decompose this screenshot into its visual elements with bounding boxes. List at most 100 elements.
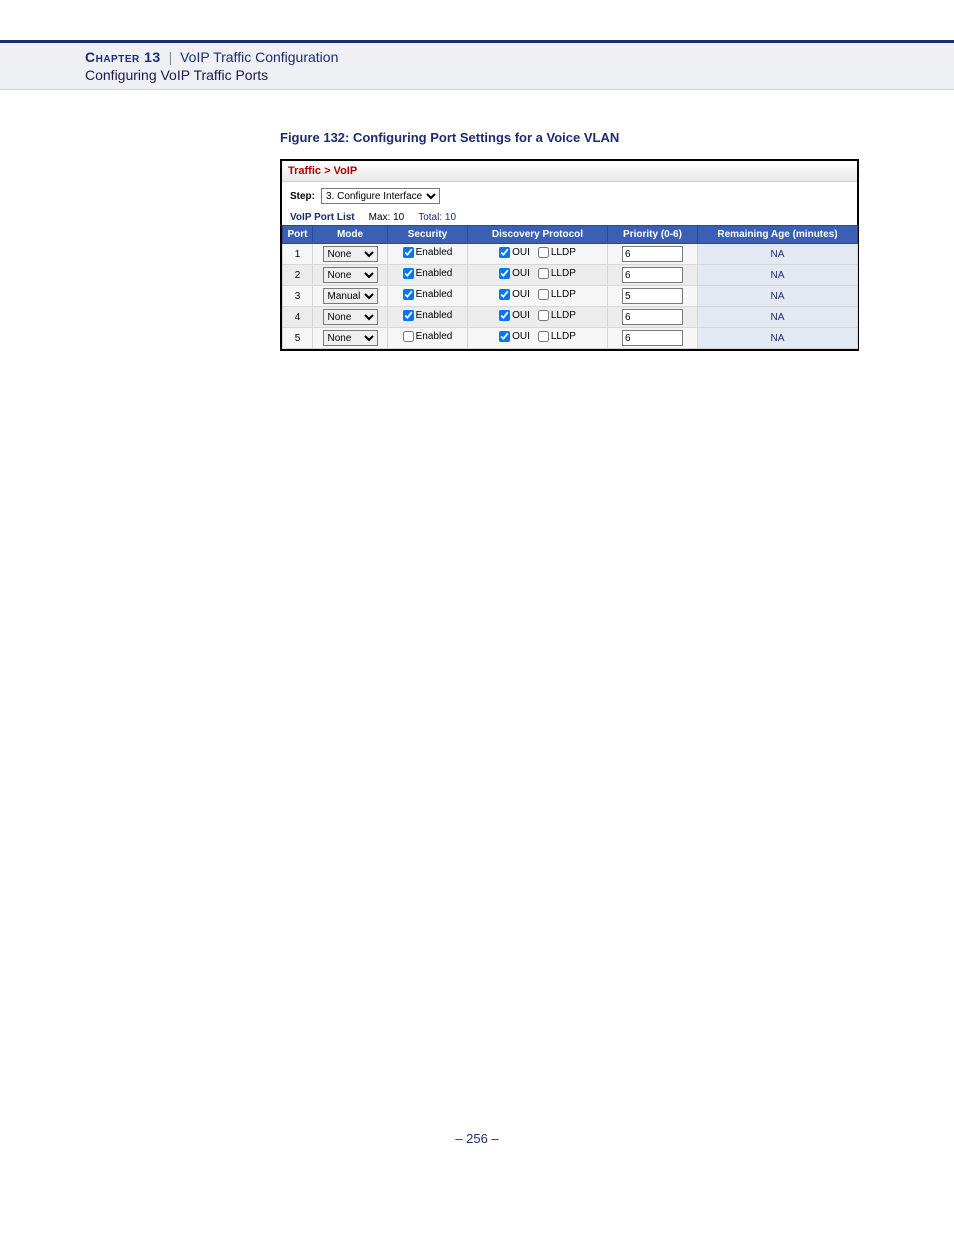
cell-priority	[608, 286, 698, 307]
table-row: 2 None Enabled OUI LLDP NA	[283, 265, 858, 286]
port-list-label: VoIP Port List	[290, 212, 355, 223]
chapter-label: Chapter 13	[85, 49, 161, 65]
mode-select[interactable]: None	[323, 246, 378, 262]
mode-select[interactable]: None	[323, 267, 378, 283]
oui-label: OUI	[512, 310, 530, 321]
header-line-1: Chapter 13 | VoIP Traffic Configuration	[85, 49, 954, 65]
header-separator: |	[165, 49, 177, 65]
priority-input[interactable]	[622, 288, 683, 304]
cell-discovery: OUI LLDP	[468, 244, 608, 265]
mode-select[interactable]: Manual	[323, 288, 378, 304]
cell-mode: None	[313, 244, 388, 265]
table-row: 4 None Enabled OUILLDP NA	[283, 307, 858, 328]
cell-port: 2	[283, 265, 313, 286]
cell-remaining: NA	[698, 328, 858, 349]
port-list-total: Total: 10	[418, 212, 456, 223]
table-row: 3 Manual Enabled OUILLDP NA	[283, 286, 858, 307]
lldp-checkbox[interactable]	[538, 310, 549, 321]
lldp-label: LLDP	[551, 331, 576, 342]
cell-remaining: NA	[698, 265, 858, 286]
security-enabled-label: Enabled	[416, 247, 453, 258]
security-enabled-checkbox[interactable]	[403, 268, 414, 279]
col-discovery: Discovery Protocol	[468, 226, 608, 244]
step-select[interactable]: 3. Configure Interface	[321, 188, 440, 204]
lldp-checkbox[interactable]	[538, 268, 549, 279]
security-enabled-label: Enabled	[416, 289, 453, 300]
lldp-label: LLDP	[551, 247, 576, 258]
security-enabled-checkbox[interactable]	[403, 247, 414, 258]
cell-security: Enabled	[388, 244, 468, 265]
lldp-checkbox[interactable]	[538, 247, 549, 258]
cell-security: Enabled	[388, 307, 468, 328]
cell-security: Enabled	[388, 265, 468, 286]
col-mode: Mode	[313, 226, 388, 244]
figure-caption: Figure 132: Configuring Port Settings fo…	[280, 130, 869, 145]
priority-input[interactable]	[622, 267, 683, 283]
col-port: Port	[283, 226, 313, 244]
port-list-max: Max: 10	[369, 212, 405, 223]
cell-port: 5	[283, 328, 313, 349]
oui-label: OUI	[512, 289, 530, 300]
mode-select[interactable]: None	[323, 330, 378, 346]
priority-input[interactable]	[622, 309, 683, 325]
cell-port: 3	[283, 286, 313, 307]
oui-checkbox[interactable]	[499, 247, 510, 258]
mode-select[interactable]: None	[323, 309, 378, 325]
content-area: Figure 132: Configuring Port Settings fo…	[0, 90, 954, 351]
table-row: 1 None Enabled OUI LLDP NA	[283, 244, 858, 265]
cell-priority	[608, 328, 698, 349]
cell-security: Enabled	[388, 328, 468, 349]
table-header-row: Port Mode Security Discovery Protocol Pr…	[283, 226, 858, 244]
cell-mode: None	[313, 265, 388, 286]
port-table: Port Mode Security Discovery Protocol Pr…	[282, 225, 858, 349]
cell-remaining: NA	[698, 244, 858, 265]
lldp-checkbox[interactable]	[538, 289, 549, 300]
table-row: 5 None Enabled OUI LLDP NA	[283, 328, 858, 349]
security-enabled-label: Enabled	[416, 268, 453, 279]
security-enabled-checkbox[interactable]	[403, 331, 414, 342]
oui-label: OUI	[512, 247, 530, 258]
breadcrumb: Traffic > VoIP	[282, 161, 857, 182]
lldp-checkbox[interactable]	[538, 331, 549, 342]
cell-discovery: OUILLDP	[468, 286, 608, 307]
cell-priority	[608, 307, 698, 328]
cell-remaining: NA	[698, 286, 858, 307]
oui-checkbox[interactable]	[499, 331, 510, 342]
step-row: Step: 3. Configure Interface	[282, 182, 857, 210]
list-label-row: VoIP Port List Max: 10 Total: 10	[282, 210, 857, 225]
col-priority: Priority (0-6)	[608, 226, 698, 244]
cell-mode: None	[313, 328, 388, 349]
security-enabled-label: Enabled	[416, 310, 453, 321]
cell-mode: None	[313, 307, 388, 328]
col-security: Security	[388, 226, 468, 244]
oui-checkbox[interactable]	[499, 289, 510, 300]
step-label: Step:	[290, 191, 315, 202]
lldp-label: LLDP	[551, 268, 576, 279]
priority-input[interactable]	[622, 330, 683, 346]
cell-remaining: NA	[698, 307, 858, 328]
cell-priority	[608, 265, 698, 286]
header-title: VoIP Traffic Configuration	[180, 49, 338, 65]
header-subtitle: Configuring VoIP Traffic Ports	[85, 67, 954, 83]
cell-security: Enabled	[388, 286, 468, 307]
cell-discovery: OUI LLDP	[468, 328, 608, 349]
security-enabled-checkbox[interactable]	[403, 310, 414, 321]
security-enabled-checkbox[interactable]	[403, 289, 414, 300]
cell-discovery: OUI LLDP	[468, 265, 608, 286]
page-number: – 256 –	[0, 351, 954, 1146]
security-enabled-label: Enabled	[416, 331, 453, 342]
cell-port: 1	[283, 244, 313, 265]
oui-label: OUI	[512, 268, 530, 279]
col-remaining: Remaining Age (minutes)	[698, 226, 858, 244]
cell-priority	[608, 244, 698, 265]
oui-checkbox[interactable]	[499, 310, 510, 321]
app-window: Traffic > VoIP Step: 3. Configure Interf…	[280, 159, 859, 351]
cell-port: 4	[283, 307, 313, 328]
page-header: Chapter 13 | VoIP Traffic Configuration …	[0, 40, 954, 90]
top-margin	[0, 0, 954, 40]
cell-mode: Manual	[313, 286, 388, 307]
priority-input[interactable]	[622, 246, 683, 262]
oui-label: OUI	[512, 331, 530, 342]
cell-discovery: OUILLDP	[468, 307, 608, 328]
oui-checkbox[interactable]	[499, 268, 510, 279]
